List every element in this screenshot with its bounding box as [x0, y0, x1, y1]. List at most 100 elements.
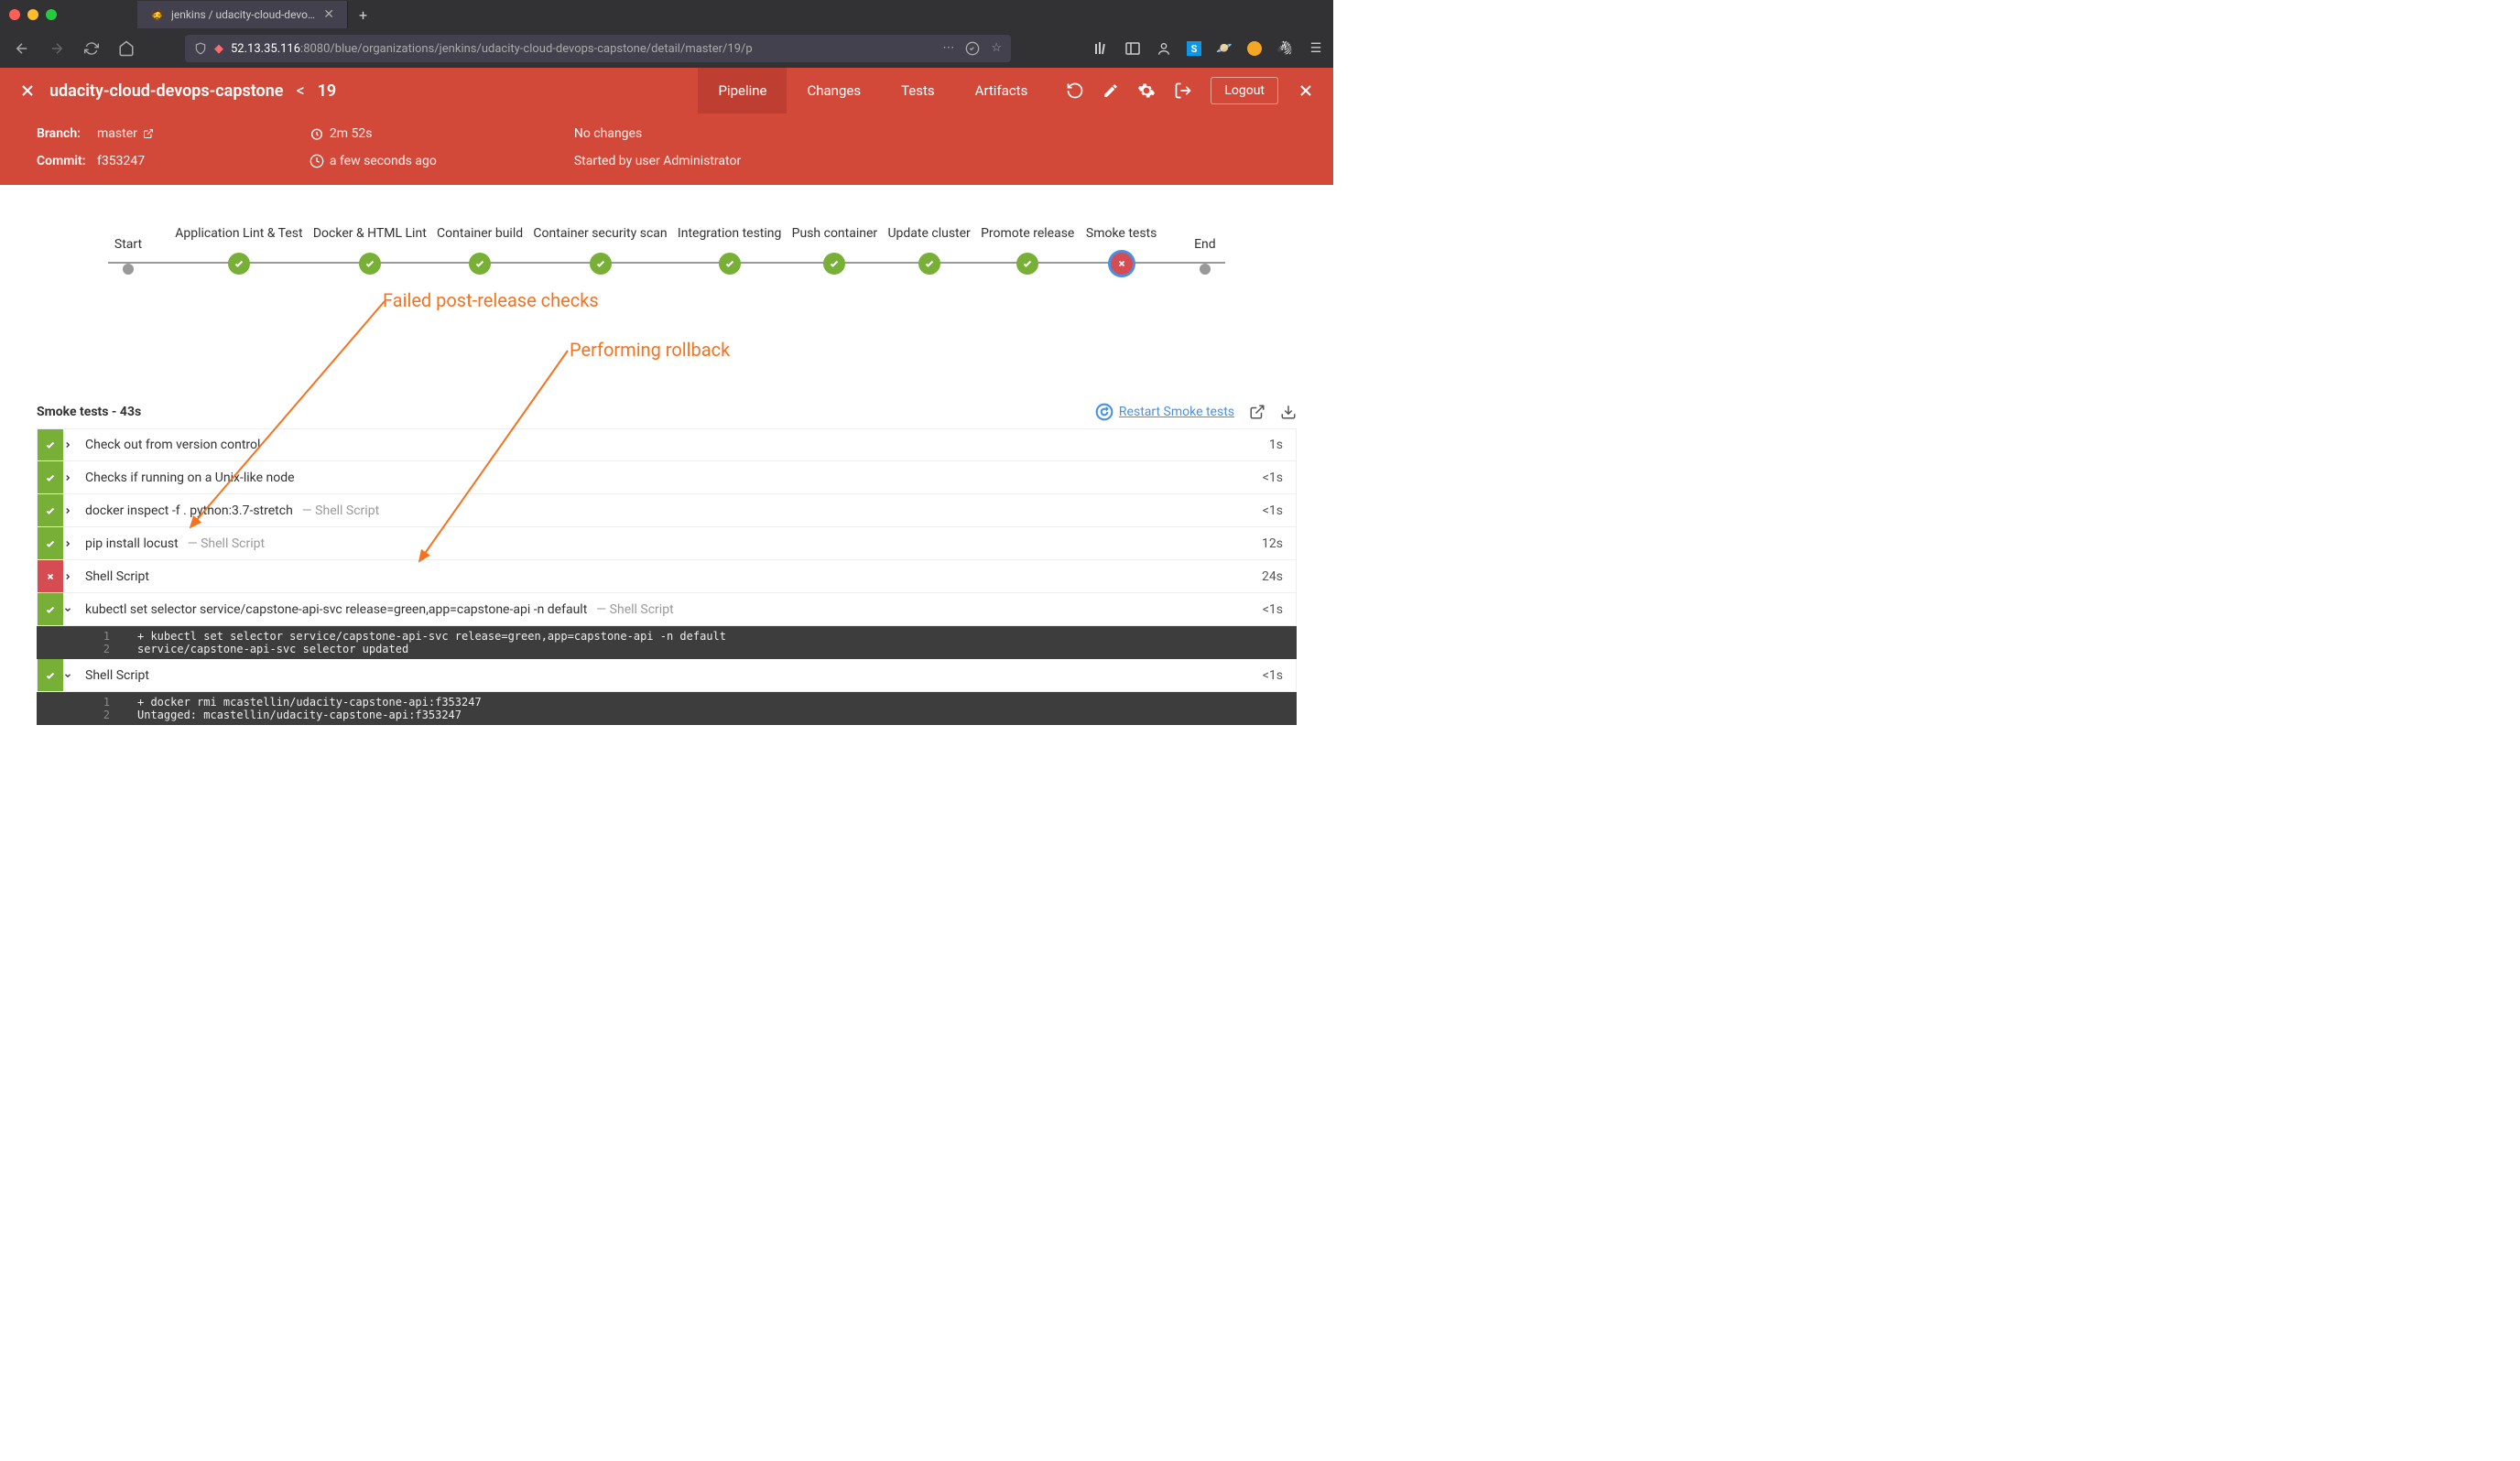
stage-label: Promote release: [981, 209, 1074, 242]
check-icon: [38, 593, 63, 625]
rerun-icon[interactable]: [1066, 81, 1084, 100]
branch-label: Branch:: [37, 126, 88, 141]
close-run-icon[interactable]: [18, 81, 37, 100]
stage-push-container[interactable]: Push container: [792, 209, 878, 275]
stage-update-cluster[interactable]: Update cluster: [887, 209, 970, 275]
step-title: kubectl set selector service/capstone-ap…: [85, 602, 1250, 617]
close-icon[interactable]: [1297, 81, 1315, 100]
tab-pipeline[interactable]: Pipeline: [698, 68, 787, 114]
url-text: 52.13.35.116:8080/blue/organizations/jen…: [231, 42, 753, 56]
window-min-dot[interactable]: [27, 9, 38, 20]
stage-node-pass[interactable]: [1016, 253, 1038, 275]
stage-label: Update cluster: [887, 209, 970, 242]
step-duration: 24s: [1249, 569, 1296, 584]
reload-button[interactable]: [79, 36, 104, 61]
ext-icon-s[interactable]: S: [1187, 41, 1201, 56]
library-icon[interactable]: [1093, 40, 1110, 57]
stage-container-security-scan[interactable]: Container security scan: [533, 209, 667, 275]
browser-chrome: 🧔 jenkins / udacity-cloud-devops ✕ + ◆ 5…: [0, 0, 1333, 68]
step-row[interactable]: Shell Script24s: [37, 560, 1297, 593]
stage-node-dot[interactable]: [123, 264, 134, 275]
completed: a few seconds ago: [310, 154, 437, 168]
step-title: Shell Script: [85, 668, 1250, 683]
jenkins-blue-ocean-header: udacity-cloud-devops-capstone < 19 Pipel…: [0, 68, 1333, 185]
account-icon[interactable]: [1156, 40, 1172, 57]
back-button[interactable]: [9, 36, 35, 61]
stage-start[interactable]: Start: [92, 220, 165, 275]
stage-node-pass[interactable]: [918, 253, 940, 275]
stage-integration-testing[interactable]: Integration testing: [678, 209, 781, 275]
chevron-right-icon[interactable]: [63, 539, 85, 548]
stage-end[interactable]: End: [1168, 220, 1242, 275]
ext-icon-4[interactable]: 🦓: [1276, 40, 1293, 57]
stage-promote-release[interactable]: Promote release: [981, 209, 1074, 275]
step-row[interactable]: Shell Script<1s: [37, 659, 1297, 692]
commit-value: f353247: [97, 154, 145, 168]
tab-changes[interactable]: Changes: [787, 68, 881, 114]
logout-button[interactable]: Logout: [1211, 77, 1278, 104]
arrow-1: [174, 297, 394, 535]
chevron-right-icon[interactable]: [63, 572, 85, 581]
reader-icon[interactable]: [965, 41, 980, 56]
site-info-icon[interactable]: ◆: [214, 42, 223, 56]
cause: Started by user Administrator: [574, 154, 741, 168]
ext-icon-3[interactable]: [1247, 41, 1262, 56]
stage-node-pass[interactable]: [359, 253, 381, 275]
stage-application-lint-test[interactable]: Application Lint & Test: [175, 209, 302, 275]
annotation-2: Performing rollback: [570, 339, 730, 361]
stage-node-pass[interactable]: [228, 253, 250, 275]
check-icon: [38, 461, 63, 493]
chevron-right-icon[interactable]: [63, 473, 85, 482]
home-button[interactable]: [114, 36, 139, 61]
chevron-down-icon[interactable]: [63, 605, 85, 614]
step-duration: 12s: [1249, 536, 1296, 551]
exit-icon[interactable]: [1174, 81, 1192, 100]
stage-container-build[interactable]: Container build: [437, 209, 523, 275]
stage-node-pass[interactable]: [590, 253, 612, 275]
window-max-dot[interactable]: [46, 9, 57, 20]
branch-value[interactable]: master: [97, 126, 154, 141]
sidebar-icon[interactable]: [1124, 40, 1141, 57]
stage-node-pass[interactable]: [823, 253, 845, 275]
restart-stage-link[interactable]: Restart Smoke tests: [1095, 403, 1234, 421]
url-bar[interactable]: ◆ 52.13.35.116:8080/blue/organizations/j…: [185, 35, 1011, 62]
stage-node-pass[interactable]: [719, 253, 741, 275]
settings-icon[interactable]: [1137, 81, 1156, 100]
step-log-output: 1+ docker rmi mcastellin/udacity-capston…: [37, 692, 1297, 725]
step-title: pip install locust— Shell Script: [85, 536, 1249, 551]
project-name: udacity-cloud-devops-capstone: [49, 81, 283, 101]
more-icon[interactable]: ⋯: [942, 41, 954, 56]
window-close-dot[interactable]: [9, 9, 20, 20]
chevron-right-icon[interactable]: [63, 506, 85, 515]
step-log-output: 1+ kubectl set selector service/capstone…: [37, 626, 1297, 659]
stage-docker-html-lint[interactable]: Docker & HTML Lint: [313, 209, 427, 275]
step-duration: <1s: [1250, 503, 1296, 518]
step-duration: <1s: [1250, 471, 1296, 485]
bookmark-icon[interactable]: ☆: [991, 41, 1002, 56]
stage-label: Container build: [437, 209, 523, 242]
tab-close-icon[interactable]: ✕: [323, 7, 334, 22]
tab-tests[interactable]: Tests: [881, 68, 955, 114]
forward-button[interactable]: [44, 36, 70, 61]
arrow-2: [403, 346, 586, 575]
shield-icon: [194, 42, 207, 55]
stage-smoke-tests[interactable]: Smoke tests: [1085, 209, 1158, 275]
stage-label: Container security scan: [533, 209, 667, 242]
menu-icon[interactable]: ☰: [1308, 40, 1324, 57]
browser-tab[interactable]: 🧔 jenkins / udacity-cloud-devops ✕: [137, 1, 348, 28]
stage-node-dot[interactable]: [1200, 264, 1211, 275]
annotation-1: Failed post-release checks: [383, 289, 599, 311]
stage-label: Application Lint & Test: [175, 209, 302, 242]
edit-icon[interactable]: [1102, 82, 1119, 99]
download-icon[interactable]: [1280, 404, 1297, 420]
tab-artifacts[interactable]: Artifacts: [955, 68, 1048, 114]
stage-node-fail[interactable]: [1111, 253, 1133, 275]
steps-title: Smoke tests - 43s: [37, 405, 141, 419]
chevron-right-icon[interactable]: [63, 440, 85, 449]
stage-node-pass[interactable]: [469, 253, 491, 275]
ext-icon-2[interactable]: 🪐: [1216, 40, 1233, 57]
new-tab-button[interactable]: +: [348, 6, 378, 24]
open-external-icon[interactable]: [1249, 404, 1265, 420]
step-row[interactable]: kubectl set selector service/capstone-ap…: [37, 593, 1297, 626]
chevron-down-icon[interactable]: [63, 671, 85, 680]
